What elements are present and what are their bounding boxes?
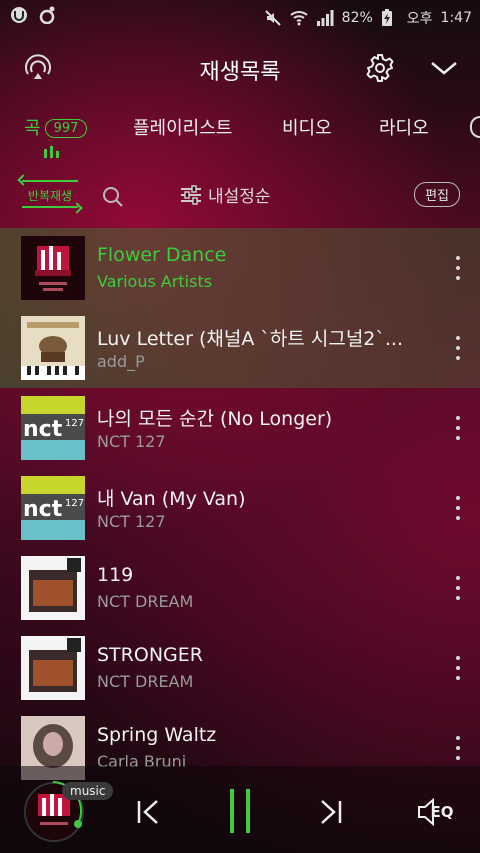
pause-button[interactable] [222, 789, 258, 833]
more-options-icon[interactable] [454, 496, 462, 520]
tab-overflow[interactable] [470, 116, 480, 138]
mini-player: music EQ [0, 766, 480, 853]
next-button[interactable] [313, 794, 349, 830]
song-artist: NCT 127 [97, 512, 166, 531]
list-item[interactable]: Luv Letter (채널A `하트 시그널2`... add_P [0, 308, 480, 388]
song-count-badge: 997 [44, 119, 88, 138]
battery-charging-icon [381, 9, 399, 27]
tab-bar: 곡 997 플레이리스트 비디오 라디오 [0, 110, 480, 160]
album-art [21, 236, 85, 300]
sort-button[interactable]: 내설정순 [180, 182, 271, 207]
list-item[interactable]: STRONGER NCT DREAM [0, 628, 480, 708]
album-art: nct 127 [21, 476, 85, 540]
more-options-icon[interactable] [454, 336, 462, 360]
song-title: Spring Waltz [97, 724, 217, 746]
gear-icon [366, 54, 394, 82]
song-artist: NCT 127 [97, 432, 166, 451]
edit-button[interactable]: 편집 [414, 182, 460, 207]
equalizer-button[interactable]: EQ [410, 794, 460, 830]
mute-icon [264, 9, 282, 27]
list-item[interactable]: nct 127 내 Van (My Van) NCT 127 [0, 468, 480, 548]
settings-button[interactable] [362, 50, 398, 86]
battery-percent: 82% [341, 10, 373, 26]
album-art: nct 127 [21, 396, 85, 460]
status-ampm: 오후 [406, 11, 433, 27]
list-item[interactable]: 119 NCT DREAM [0, 548, 480, 628]
more-options-icon[interactable] [454, 656, 462, 680]
now-playing-equalizer-icon [44, 146, 59, 158]
app-notification-icon [10, 6, 28, 24]
song-artist: Various Artists [97, 272, 213, 291]
signal-icon [316, 9, 334, 27]
sort-settings-icon [181, 184, 201, 205]
previous-button[interactable] [130, 794, 166, 830]
tab-songs[interactable]: 곡 997 [24, 114, 88, 140]
pause-icon [230, 789, 250, 833]
song-title: Flower Dance [97, 244, 227, 266]
more-options-icon[interactable] [454, 256, 462, 280]
song-title: 내 Van (My Van) [97, 488, 246, 510]
song-title: 나의 모든 순간 (No Longer) [97, 408, 333, 430]
status-bar: 82% 오후 1:47 [0, 0, 480, 34]
settings-notification-icon [38, 6, 56, 25]
tab-playlists[interactable]: 플레이리스트 [133, 114, 232, 140]
list-item[interactable]: nct 127 나의 모든 순간 (No Longer) NCT 127 [0, 388, 480, 468]
album-art [21, 316, 85, 380]
song-artist: add_P [97, 352, 145, 371]
music-tag: music [62, 782, 114, 800]
search-button[interactable] [102, 186, 124, 212]
song-artist: NCT DREAM [97, 592, 194, 611]
song-list: Flower Dance Various Artists Luv Letter … [0, 228, 480, 788]
sort-label: 내설정순 [208, 187, 271, 207]
album-art [21, 636, 85, 700]
more-options-icon[interactable] [454, 736, 462, 760]
song-title: 119 [97, 564, 134, 586]
collapse-button[interactable] [426, 50, 462, 86]
svg-text:127: 127 [65, 498, 84, 509]
skip-next-icon [321, 800, 342, 824]
album-art [21, 556, 85, 620]
svg-text:127: 127 [65, 418, 84, 429]
repeat-button[interactable]: 반복재생 [22, 180, 78, 208]
wifi-icon [289, 9, 308, 27]
chevron-down-icon [431, 62, 457, 75]
song-artist: NCT DREAM [97, 672, 194, 691]
song-title: STRONGER [97, 644, 203, 666]
more-options-icon[interactable] [454, 576, 462, 600]
tab-songs-label: 곡 [24, 118, 41, 139]
more-options-icon[interactable] [454, 416, 462, 440]
tab-videos[interactable]: 비디오 [282, 114, 332, 140]
eq-label: EQ [430, 803, 454, 821]
header: 재생목록 [0, 44, 480, 92]
page-title: 재생목록 [199, 60, 281, 85]
svg-text:nct: nct [23, 417, 63, 442]
search-icon [103, 187, 123, 207]
list-toolbar: 반복재생 내설정순 편집 [0, 178, 480, 214]
svg-text:nct: nct [23, 497, 63, 522]
tab-radio[interactable]: 라디오 [379, 114, 429, 140]
list-item[interactable]: Flower Dance Various Artists [0, 228, 480, 308]
status-time: 1:47 [440, 10, 472, 26]
skip-previous-icon [137, 800, 158, 824]
song-title: Luv Letter (채널A `하트 시그널2`... [97, 328, 404, 350]
